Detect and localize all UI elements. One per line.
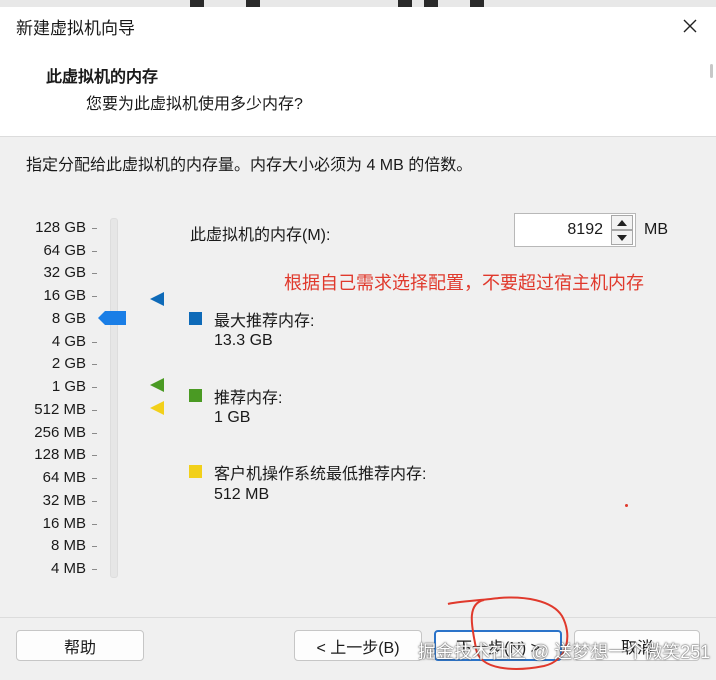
scale-tick bbox=[92, 387, 97, 388]
scale-label: 16 GB bbox=[43, 287, 86, 304]
scale-tick bbox=[92, 273, 97, 274]
memory-slider-track[interactable] bbox=[110, 218, 118, 578]
scale-label: 4 MB bbox=[50, 560, 86, 577]
scale-label: 1 GB bbox=[51, 378, 86, 395]
memory-stepper bbox=[514, 213, 636, 247]
scale-tick bbox=[92, 410, 97, 411]
max-recommended-title: 最大推荐内存: bbox=[214, 313, 315, 330]
top-edge-strip bbox=[0, 0, 716, 7]
guest-min-swatch bbox=[189, 465, 202, 478]
stray-dot bbox=[625, 504, 628, 507]
scale-label: 128 GB bbox=[35, 219, 86, 236]
recommended-marker-icon bbox=[150, 378, 164, 392]
arrow-up-icon bbox=[617, 219, 627, 226]
annotation-text: 根据自己需求选择配置，不要超过宿主机内存 bbox=[284, 273, 644, 293]
scale-label: 8 GB bbox=[51, 310, 86, 327]
scale-label: 64 MB bbox=[42, 469, 86, 486]
page-title: 此虚拟机的内存 bbox=[46, 69, 159, 86]
close-button[interactable] bbox=[672, 8, 708, 44]
max-recommended-swatch bbox=[189, 312, 202, 325]
scale-tick bbox=[92, 546, 97, 547]
scale-label: 8 MB bbox=[50, 537, 86, 554]
recommended-title: 推荐内存: bbox=[214, 390, 283, 407]
scale-tick bbox=[92, 524, 97, 525]
scale-tick bbox=[92, 296, 97, 297]
arrow-down-icon bbox=[617, 234, 627, 241]
memory-field-label: 此虚拟机的内存(M): bbox=[190, 227, 331, 244]
guest-min-marker-icon bbox=[150, 401, 164, 415]
scale-tick bbox=[92, 228, 97, 229]
window-title: 新建虚拟机向导 bbox=[16, 19, 135, 38]
scale-label: 256 MB bbox=[34, 424, 86, 441]
scale-label: 2 GB bbox=[51, 355, 86, 372]
header-scroll-indicator bbox=[710, 64, 713, 78]
increment-button[interactable] bbox=[611, 215, 633, 230]
scale-tick bbox=[92, 251, 97, 252]
guest-min-title: 客户机操作系统最低推荐内存: bbox=[214, 466, 427, 483]
instruction-text: 指定分配给此虚拟机的内存量。内存大小必须为 4 MB 的倍数。 bbox=[26, 157, 473, 174]
scale-label: 32 MB bbox=[42, 492, 86, 509]
close-icon bbox=[683, 19, 697, 33]
page-subtitle: 您要为此虚拟机使用多少内存? bbox=[86, 96, 303, 113]
scale-tick bbox=[92, 501, 97, 502]
watermark-text: 掘金技术社区 @ 送梦想一个微笑251 bbox=[418, 642, 711, 662]
scale-tick bbox=[92, 455, 97, 456]
recommended-swatch bbox=[189, 389, 202, 402]
scale-label: 128 MB bbox=[34, 446, 86, 463]
scale-tick bbox=[92, 478, 97, 479]
memory-unit: MB bbox=[644, 221, 668, 238]
help-button[interactable]: 帮助 bbox=[16, 630, 144, 661]
content-panel bbox=[0, 137, 716, 617]
back-button[interactable]: < 上一步(B) bbox=[294, 630, 422, 661]
memory-input[interactable] bbox=[515, 214, 609, 246]
scale-tick bbox=[92, 569, 97, 570]
scale-tick bbox=[92, 433, 97, 434]
decrement-button[interactable] bbox=[611, 230, 633, 245]
scale-label: 16 MB bbox=[42, 515, 86, 532]
guest-min-value: 512 MB bbox=[214, 486, 270, 503]
scale-label: 32 GB bbox=[43, 264, 86, 281]
scale-label: 64 GB bbox=[43, 242, 86, 259]
recommended-value: 1 GB bbox=[214, 409, 251, 426]
scale-tick bbox=[92, 342, 97, 343]
scale-label: 4 GB bbox=[51, 333, 86, 350]
max-recommended-value: 13.3 GB bbox=[214, 332, 273, 349]
scale-label: 512 MB bbox=[34, 401, 86, 418]
scale-tick bbox=[92, 364, 97, 365]
max-recommended-marker-icon bbox=[150, 292, 164, 306]
memory-slider-thumb[interactable] bbox=[98, 311, 126, 325]
